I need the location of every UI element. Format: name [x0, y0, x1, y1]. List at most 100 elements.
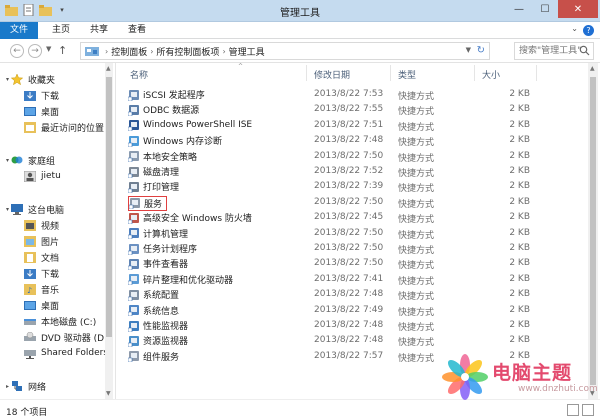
collapse-icon[interactable]: ▾ [6, 157, 9, 164]
nav-item-desktop-pc[interactable]: 桌面 [24, 298, 59, 312]
expand-ribbon-icon[interactable]: ⌄ [571, 24, 578, 33]
column-header-size[interactable]: 大小 [482, 68, 500, 81]
file-name-label: 任务计划程序 [143, 245, 198, 255]
nav-item-shared-folders[interactable]: Shared Folders [24, 346, 108, 360]
file-row[interactable]: 磁盘清理 2013/8/22 7:52 快捷方式 2 KB [124, 164, 534, 179]
nav-scroll-thumb[interactable] [106, 77, 112, 337]
column-header-type[interactable]: 类型 [398, 68, 416, 81]
file-date: 2013/8/22 7:39 [314, 181, 384, 192]
column-divider[interactable] [390, 65, 391, 81]
file-name-cell: 本地安全策略 [128, 150, 197, 163]
file-type: 快捷方式 [398, 122, 435, 133]
file-size: 2 KB [509, 196, 530, 207]
expand-icon[interactable]: ▸ [6, 383, 9, 390]
breadcrumb-control-panel[interactable]: 控制面板 [111, 45, 147, 58]
file-row[interactable]: Windows 内存诊断 2013/8/22 7:48 快捷方式 2 KB [124, 133, 534, 148]
refresh-icon[interactable]: ↻ [477, 45, 485, 56]
nav-item-documents[interactable]: 文档 [24, 250, 59, 264]
back-button[interactable]: ← [10, 44, 24, 58]
column-divider[interactable] [306, 65, 307, 81]
nav-item-recent[interactable]: 最近访问的位置 [24, 120, 104, 134]
file-name-label: Windows PowerShell ISE [143, 119, 253, 130]
maximize-button[interactable]: ☐ [532, 0, 558, 18]
scroll-down-icon[interactable]: ▼ [106, 390, 111, 397]
navigation-pane: ▾ 收藏夹 下载 桌面 最近访问的位置 ▾ 家庭组 jietu ▾ 这台电脑 视… [0, 63, 116, 399]
up-button[interactable]: ↑ [58, 44, 67, 57]
address-dropdown-icon[interactable]: ▼ [466, 46, 471, 54]
nav-item-downloads-pc[interactable]: 下载 [24, 266, 59, 280]
breadcrumb-admin-tools[interactable]: 管理工具 [229, 45, 265, 58]
file-date: 2013/8/22 7:57 [314, 350, 384, 361]
file-row[interactable]: 计算机管理 2013/8/22 7:50 快捷方式 2 KB [124, 226, 534, 241]
iscsi-icon [128, 89, 139, 101]
file-date: 2013/8/22 7:50 [314, 258, 384, 269]
nav-item-music[interactable]: ♪ 音乐 [24, 282, 59, 296]
computer-management-icon [128, 228, 139, 240]
desktop-icon [24, 106, 36, 116]
collapse-icon[interactable]: ▾ [6, 76, 9, 83]
file-row[interactable]: 系统信息 2013/8/22 7:49 快捷方式 2 KB [124, 303, 534, 318]
collapse-icon[interactable]: ▾ [6, 206, 9, 213]
file-name-cell: iSCSI 发起程序 [128, 88, 205, 101]
file-row[interactable]: 高级安全 Windows 防火墙 2013/8/22 7:45 快捷方式 2 KB [124, 210, 534, 225]
file-size: 2 KB [509, 212, 530, 223]
file-name-label: 性能监视器 [143, 322, 189, 332]
column-header-name[interactable]: 名称 [130, 68, 148, 81]
file-size: 2 KB [509, 181, 530, 192]
nav-favorites[interactable]: ▾ 收藏夹 [6, 72, 55, 86]
file-name-cell: 事件查看器 [128, 257, 188, 270]
file-row[interactable]: 事件查看器 2013/8/22 7:50 快捷方式 2 KB [124, 256, 534, 271]
nav-item-downloads[interactable]: 下载 [24, 88, 59, 102]
file-row[interactable]: Windows PowerShell ISE 2013/8/22 7:51 快捷方式… [124, 118, 534, 133]
file-type: 快捷方式 [398, 92, 435, 102]
nav-item-dvd-drive[interactable]: DVD 驱动器 (D:) [24, 330, 111, 344]
system-config-icon [128, 289, 139, 301]
tab-view[interactable]: 查看 [120, 22, 154, 39]
help-icon[interactable]: ? [583, 25, 594, 36]
file-row[interactable]: ODBC 数据源 2013/8/22 7:55 快捷方式 2 KB [124, 102, 534, 117]
nav-item-jietu[interactable]: jietu [24, 169, 61, 183]
nav-network[interactable]: ▸ 网络 [6, 379, 46, 393]
nav-this-pc[interactable]: ▾ 这台电脑 [6, 202, 64, 216]
close-button[interactable]: ✕ [558, 0, 598, 18]
tab-share[interactable]: 共享 [82, 22, 116, 39]
file-size: 2 KB [509, 227, 530, 238]
file-row[interactable]: 服务 2013/8/22 7:50 快捷方式 2 KB [124, 195, 534, 211]
forward-button[interactable]: → [28, 44, 42, 58]
file-name-cell: 性能监视器 [128, 319, 188, 332]
column-divider[interactable] [474, 65, 475, 81]
nav-item-local-disk[interactable]: 本地磁盘 (C:) [24, 314, 96, 328]
recent-locations-icon[interactable]: ▼ [46, 45, 51, 53]
file-row[interactable]: 性能监视器 2013/8/22 7:48 快捷方式 2 KB [124, 318, 534, 333]
file-name-label: 组件服务 [143, 352, 180, 363]
list-scrollbar[interactable]: ▲ ▼ [588, 63, 598, 399]
file-name-label: 磁盘清理 [143, 168, 180, 178]
nav-homegroup[interactable]: ▾ 家庭组 [6, 153, 55, 167]
nav-scrollbar[interactable]: ▲ ▼ [105, 63, 113, 399]
breadcrumb-all-items[interactable]: 所有控制面板项 [156, 45, 219, 58]
column-divider[interactable] [536, 65, 537, 81]
file-row[interactable]: iSCSI 发起程序 2013/8/22 7:53 快捷方式 2 KB [124, 87, 534, 102]
nav-item-desktop[interactable]: 桌面 [24, 104, 59, 118]
list-scroll-thumb[interactable] [590, 77, 596, 385]
file-row[interactable]: 打印管理 2013/8/22 7:39 快捷方式 2 KB [124, 179, 534, 194]
scroll-up-icon[interactable]: ▲ [106, 65, 111, 72]
scroll-up-icon[interactable]: ▲ [590, 65, 595, 72]
print-management-icon [128, 181, 139, 193]
file-row[interactable]: 任务计划程序 2013/8/22 7:50 快捷方式 2 KB [124, 241, 534, 256]
tab-home[interactable]: 主页 [44, 22, 78, 39]
nav-item-videos[interactable]: 视频 [24, 218, 59, 232]
file-row[interactable]: 本地安全策略 2013/8/22 7:50 快捷方式 2 KB [124, 149, 534, 164]
search-input[interactable]: 搜索"管理工具" [514, 42, 594, 60]
file-row[interactable]: 资源监视器 2013/8/22 7:48 快捷方式 2 KB [124, 333, 534, 348]
sort-caret-icon: ^ [238, 63, 244, 70]
file-size: 2 KB [509, 304, 530, 315]
column-header-date[interactable]: 修改日期 [314, 68, 350, 81]
address-bar[interactable]: › 控制面板 › 所有控制面板项 › 管理工具 ▼ ↻ [80, 42, 490, 60]
nav-item-pictures[interactable]: 图片 [24, 234, 59, 248]
file-name-cell: 服务 [128, 195, 168, 211]
minimize-button[interactable]: — [506, 0, 532, 18]
file-row[interactable]: 碎片整理和优化驱动器 2013/8/22 7:41 快捷方式 2 KB [124, 272, 534, 287]
tab-file[interactable]: 文件 [0, 22, 38, 39]
file-row[interactable]: 系统配置 2013/8/22 7:48 快捷方式 2 KB [124, 287, 534, 302]
